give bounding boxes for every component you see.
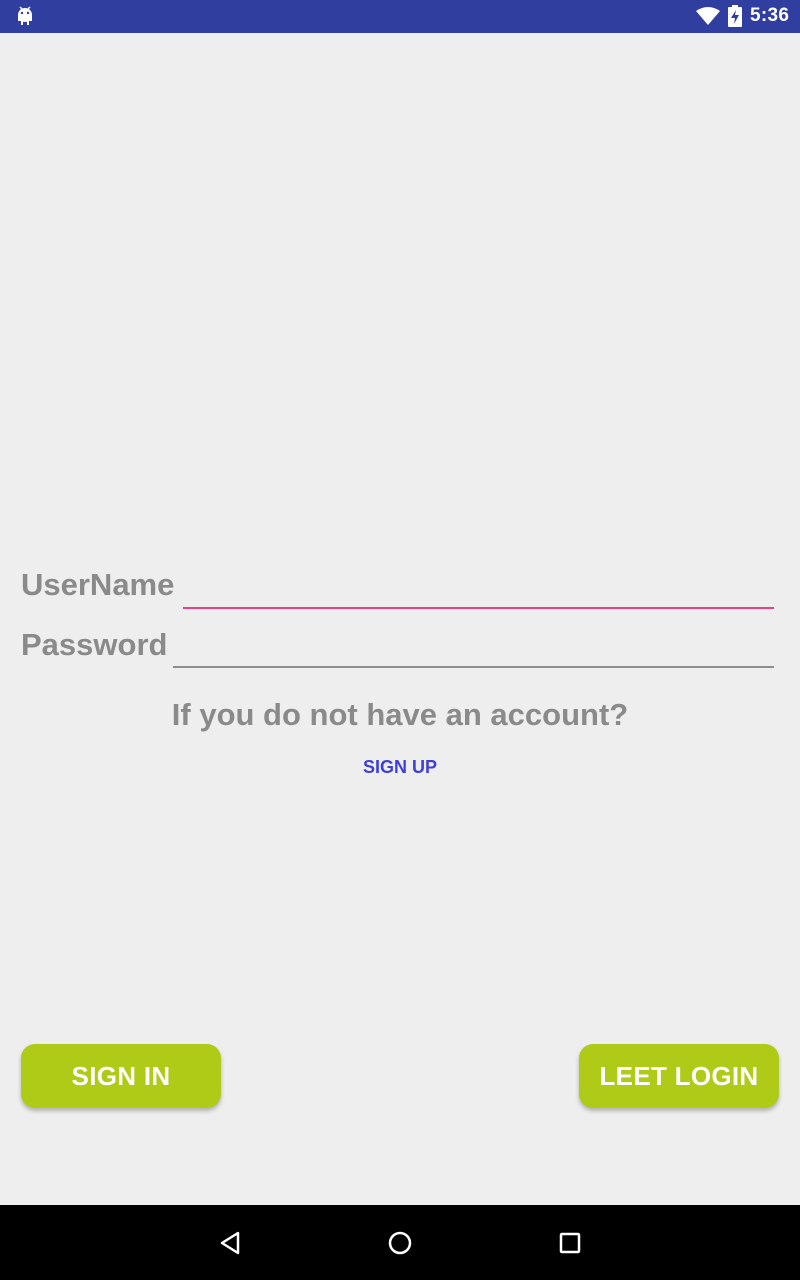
username-label: UserName (21, 567, 175, 602)
account-prompt: If you do not have an account? (171, 697, 629, 732)
navigation-bar (0, 1205, 800, 1280)
recents-icon[interactable] (559, 1232, 581, 1254)
android-icon (18, 6, 32, 25)
password-input[interactable] (173, 624, 774, 668)
username-underline (183, 607, 774, 609)
password-label: Password (21, 627, 168, 662)
back-icon[interactable] (218, 1231, 242, 1255)
status-bar: 5:36 (0, 0, 800, 33)
sign-in-button[interactable]: SIGN IN (21, 1044, 221, 1108)
wifi-icon (696, 7, 720, 25)
sign-up-link[interactable]: SIGN UP (340, 757, 460, 778)
status-clock: 5:36 (750, 5, 790, 26)
login-screen: UserName Password If you do not have an … (0, 33, 800, 1205)
username-input[interactable] (183, 564, 774, 608)
password-underline (173, 666, 774, 668)
battery-charging-icon (728, 5, 742, 27)
home-icon[interactable] (388, 1231, 412, 1255)
leet-login-button[interactable]: LEET LOGIN (579, 1044, 779, 1108)
